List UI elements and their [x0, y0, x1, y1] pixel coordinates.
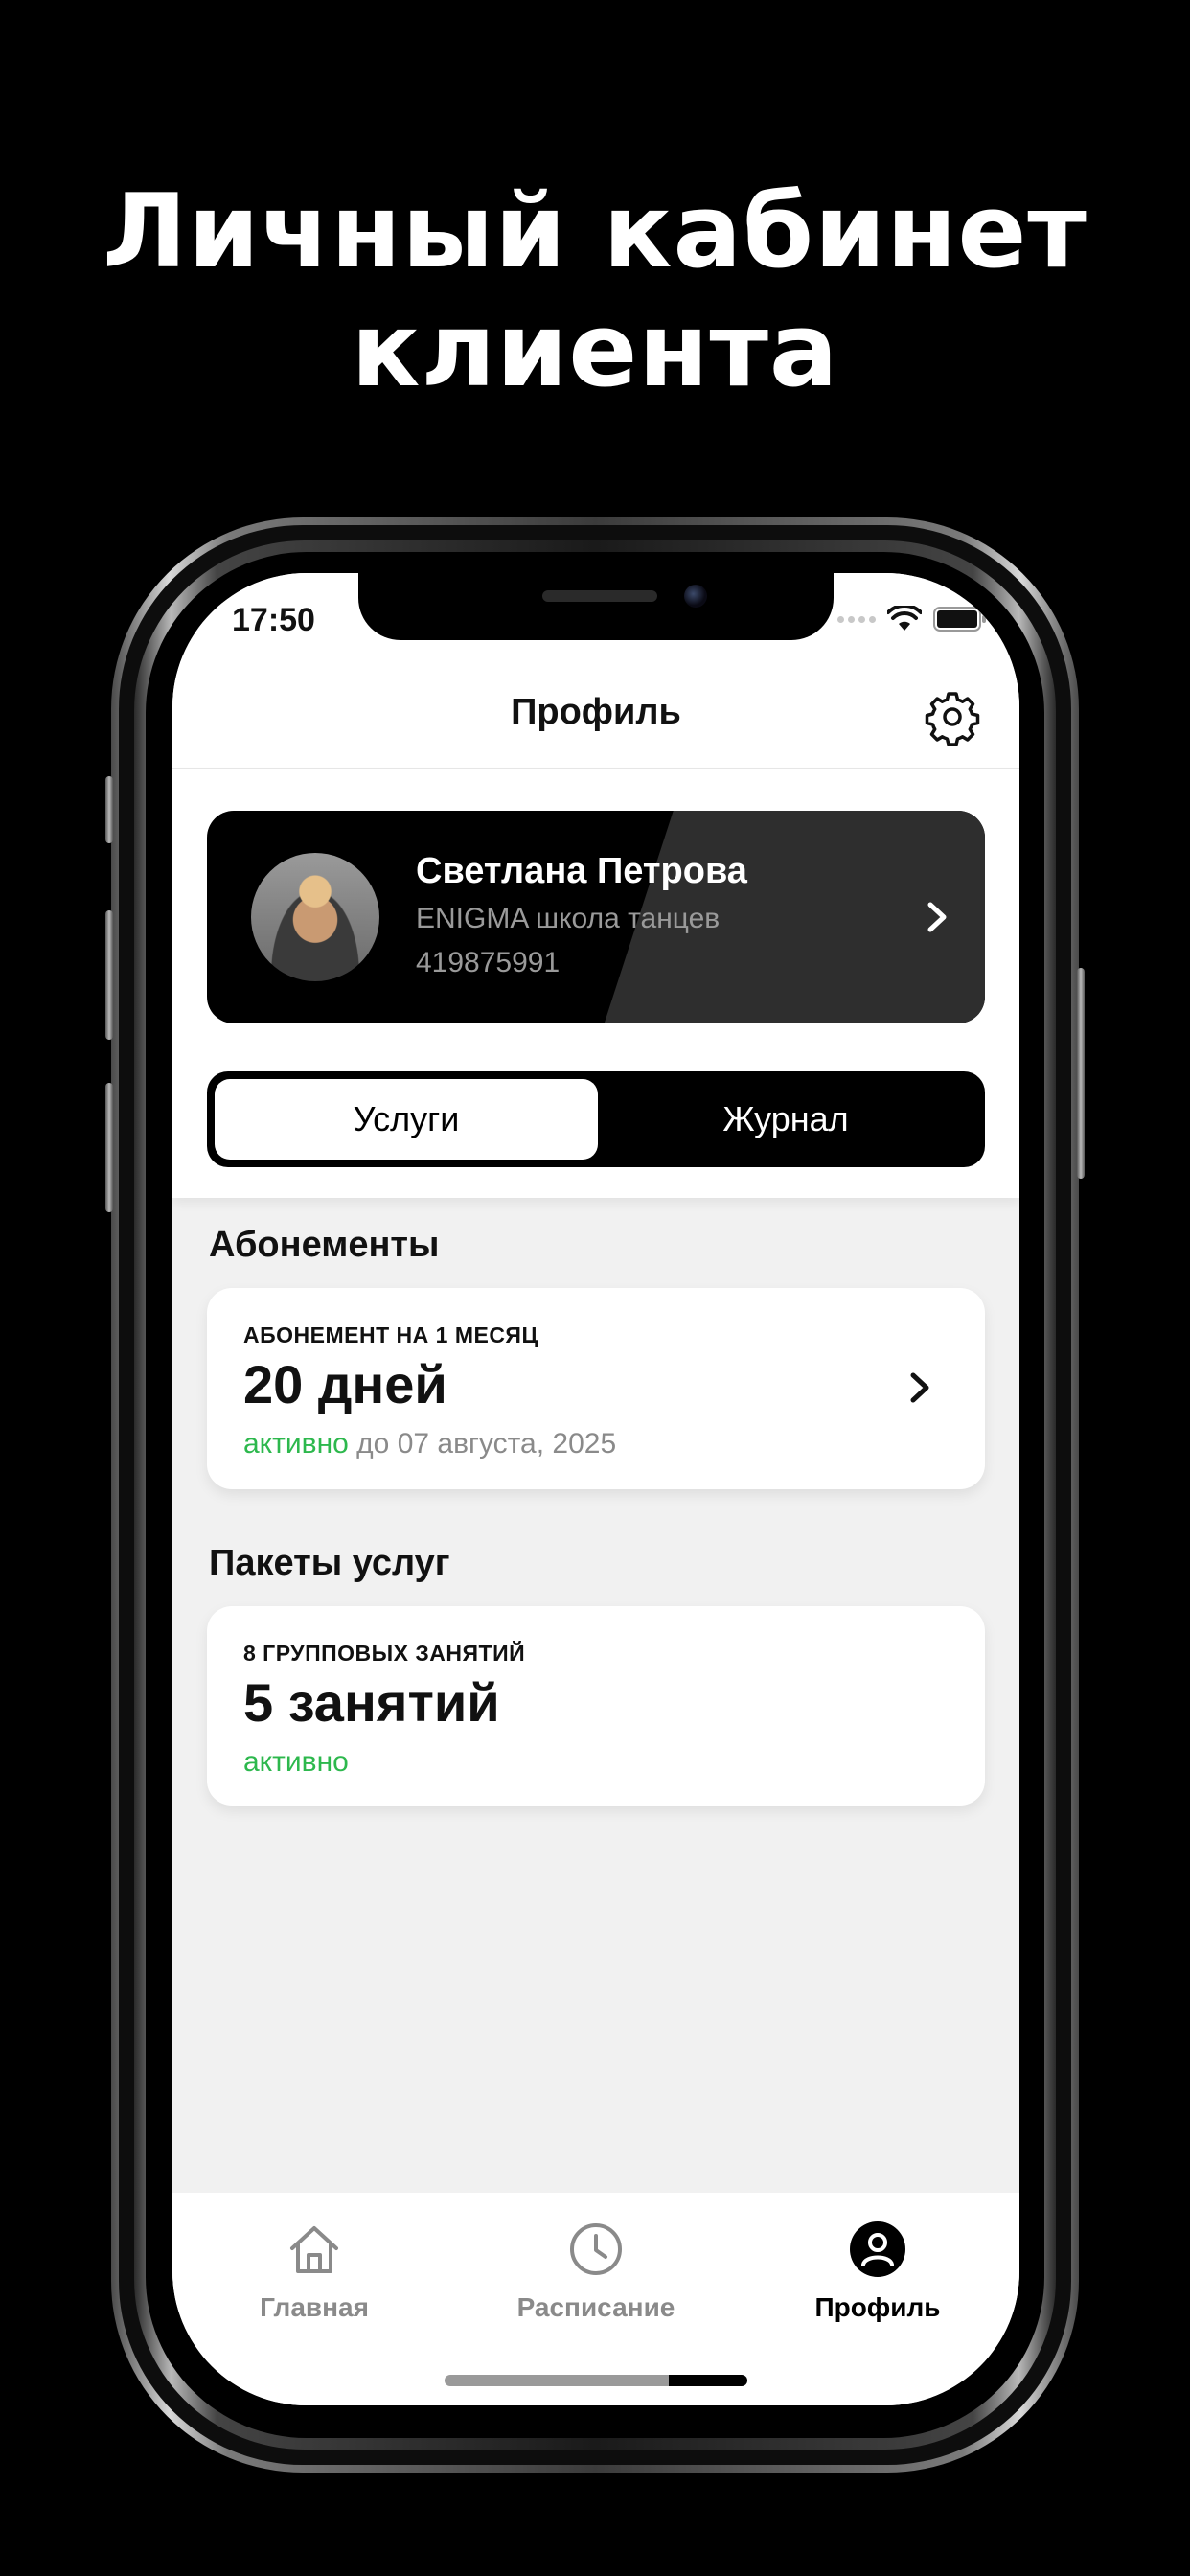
subscription-card[interactable]: АБОНЕМЕНТ НА 1 МЕСЯЦ 20 дней активно до …	[207, 1288, 985, 1489]
package-status: активно	[243, 1746, 349, 1778]
section-title-subscriptions: Абонементы	[209, 1225, 440, 1265]
profile-client-id: 419875991	[416, 947, 561, 978]
tab-schedule[interactable]: Расписание	[481, 2220, 711, 2323]
section-title-packages: Пакеты услуг	[209, 1543, 450, 1583]
tab-profile-label: Профиль	[814, 2292, 941, 2322]
subscription-status: активно	[243, 1428, 349, 1460]
profile-card[interactable]: Светлана Петрова ENIGMA школа танцев 419…	[207, 811, 985, 1024]
battery-icon	[933, 607, 986, 632]
subscription-expiry: до 07 августа, 2025	[348, 1428, 617, 1460]
phone-volume-down	[105, 1083, 113, 1212]
subscription-status-line: активно до 07 августа, 2025	[243, 1428, 616, 1460]
bottom-tab-bar: Главная Расписание Профиль	[172, 2193, 1019, 2405]
tab-profile[interactable]: Профиль	[763, 2220, 993, 2323]
headline-line-2: клиента	[351, 291, 839, 409]
app-screen: 17:50 Профиль Светлана Петрова ENIGMA шк…	[172, 573, 1019, 2405]
promo-headline: Личный кабинет клиента	[0, 172, 1190, 410]
package-caption: 8 ГРУППОВЫХ ЗАНЯТИЙ	[243, 1641, 526, 1666]
wifi-icon	[887, 606, 922, 631]
home-indicator[interactable]	[445, 2375, 747, 2386]
status-time: 17:50	[232, 602, 315, 638]
phone-volume-up	[105, 910, 113, 1040]
profile-icon	[850, 2221, 905, 2277]
clock-icon	[570, 2223, 622, 2275]
tab-home-label: Главная	[260, 2292, 369, 2322]
cellular-signal-icon	[837, 615, 876, 623]
profile-header-panel: Светлана Петрова ENIGMA школа танцев 419…	[172, 769, 1019, 1198]
avatar	[251, 853, 379, 981]
segmented-control: Услуги Журнал	[207, 1071, 985, 1167]
front-camera	[684, 585, 707, 608]
phone-silent-switch	[105, 776, 113, 843]
tab-schedule-label: Расписание	[516, 2292, 675, 2322]
chevron-right-icon	[910, 1372, 929, 1403]
tab-home[interactable]: Главная	[199, 2220, 429, 2323]
profile-name: Светлана Петрова	[416, 851, 747, 891]
gear-icon[interactable]	[924, 688, 981, 746]
tab-journal[interactable]: Журнал	[594, 1079, 977, 1160]
package-status-line: активно	[243, 1746, 349, 1779]
package-sessions-left: 5 занятий	[243, 1672, 500, 1733]
headline-line-1: Личный кабинет	[103, 172, 1087, 290]
tab-services[interactable]: Услуги	[215, 1079, 598, 1160]
profile-organization: ENIGMA школа танцев	[416, 903, 721, 934]
package-card[interactable]: 8 ГРУППОВЫХ ЗАНЯТИЙ 5 занятий активно	[207, 1606, 985, 1806]
phone-power-button	[1077, 968, 1085, 1179]
navigation-bar: Профиль	[172, 661, 1019, 769]
subscription-days-left: 20 дней	[243, 1354, 447, 1414]
earpiece-speaker	[542, 590, 657, 602]
device-notch	[358, 573, 834, 640]
home-icon	[290, 2226, 338, 2273]
page-title: Профиль	[511, 692, 681, 732]
subscription-caption: АБОНЕМЕНТ НА 1 МЕСЯЦ	[243, 1322, 538, 1347]
chevron-right-icon	[927, 902, 947, 932]
status-icons	[837, 606, 987, 632]
